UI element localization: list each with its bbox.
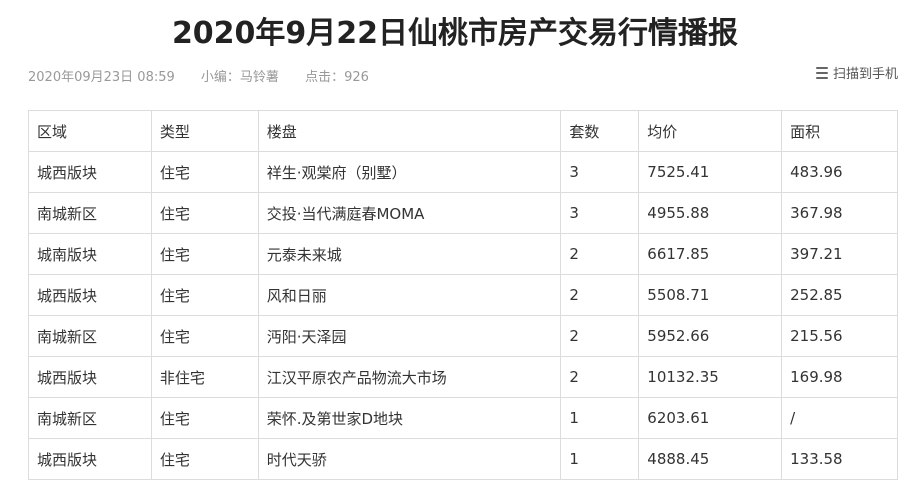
cell-type: 住宅	[150, 151, 259, 193]
table-row: 城西版块 住宅 祥生·观棠府（别墅） 3 7525.41 483.96	[28, 151, 898, 193]
publish-date: 2020年09月23日 08:59	[28, 70, 175, 85]
cell-avg-price: 10132.35	[638, 356, 783, 398]
table-row: 南城新区 住宅 沔阳·天泽园 2 5952.66 215.56	[28, 315, 898, 357]
scan-label: 扫描到手机	[832, 67, 898, 82]
cell-district: 城西版块	[28, 356, 152, 398]
cell-type: 非住宅	[150, 356, 259, 398]
cell-area: 215.56	[781, 315, 898, 357]
cell-area: 397.21	[781, 233, 898, 275]
cell-project: 荣怀.及第世家D地块	[257, 397, 562, 439]
header-units: 套数	[560, 110, 640, 152]
table-row: 城西版块 住宅 时代天骄 1 4888.45 133.58	[28, 438, 898, 480]
table-row: 南城新区 住宅 交投·当代满庭春MOMA 3 4955.88 367.98	[28, 192, 898, 234]
cell-area: /	[781, 397, 898, 439]
cell-type: 住宅	[150, 274, 259, 316]
cell-project: 江汉平原农产品物流大市场	[257, 356, 562, 398]
cell-project: 交投·当代满庭春MOMA	[257, 192, 562, 234]
header-area: 面积	[781, 110, 898, 152]
cell-avg-price: 4888.45	[638, 438, 783, 480]
cell-avg-price: 5508.71	[638, 274, 783, 316]
cell-project: 祥生·观棠府（别墅）	[257, 151, 562, 193]
header-project: 楼盘	[257, 110, 562, 152]
editor-name: 小编：马铃薯	[200, 70, 279, 85]
cell-units: 2	[560, 315, 640, 357]
scan-to-phone-button[interactable]: 扫描到手机	[815, 63, 898, 82]
cell-units: 1	[560, 438, 640, 480]
cell-district: 南城新区	[28, 315, 152, 357]
cell-avg-price: 5952.66	[638, 315, 783, 357]
cell-units: 2	[560, 274, 640, 316]
cell-district: 城西版块	[28, 274, 152, 316]
cell-units: 3	[560, 192, 640, 234]
page-title: 2020年9月22日仙桃市房产交易行情播报	[171, 16, 739, 51]
header-type: 类型	[150, 110, 259, 152]
table-header-row: 区域 类型 楼盘 套数 均价 面积	[28, 110, 898, 152]
transaction-table: 区域 类型 楼盘 套数 均价 面积 城西版块 住宅 祥生·观棠府（别墅） 3 7525.…	[28, 110, 898, 480]
cell-units: 1	[560, 397, 640, 439]
cell-project: 风和日丽	[257, 274, 562, 316]
table-row: 城南版块 住宅 元泰未来城 2 6617.85 397.21	[28, 233, 898, 275]
cell-project: 时代天骄	[257, 438, 562, 480]
cell-avg-price: 7525.41	[638, 151, 783, 193]
cell-district: 南城新区	[28, 397, 152, 439]
table-row: 南城新区 住宅 荣怀.及第世家D地块 1 6203.61/	[28, 397, 898, 439]
cell-area: 252.85	[781, 274, 898, 316]
cell-area: 367.98	[781, 192, 898, 234]
cell-area: 133.58	[781, 438, 898, 480]
cell-area: 169.98	[781, 356, 898, 398]
cell-area: 483.96	[781, 151, 898, 193]
table-row: 城西版块 非住宅 江汉平原农产品物流大市场 2 10132.35 169.98	[28, 356, 898, 398]
header-district: 区域	[28, 110, 152, 152]
cell-type: 住宅	[150, 397, 259, 439]
cell-type: 住宅	[150, 315, 259, 357]
table-row: 城西版块 住宅 风和日丽 2 5508.71 252.85	[28, 274, 898, 316]
cell-units: 2	[560, 233, 640, 275]
cell-avg-price: 6617.85	[638, 233, 783, 275]
cell-project: 元泰未来城	[257, 233, 562, 275]
cell-type: 住宅	[150, 192, 259, 234]
cell-district: 城西版块	[28, 438, 152, 480]
qr-scan-icon	[815, 66, 829, 80]
cell-units: 3	[560, 151, 640, 193]
cell-avg-price: 4955.88	[638, 192, 783, 234]
click-count: 点击：926	[305, 70, 369, 85]
cell-district: 城西版块	[28, 151, 152, 193]
article-meta: 2020年09月23日 08:59 小编：马铃薯 点击：926	[28, 66, 391, 85]
cell-type: 住宅	[150, 438, 259, 480]
cell-type: 住宅	[150, 233, 259, 275]
header-avg-price: 均价	[638, 110, 783, 152]
cell-units: 2	[560, 356, 640, 398]
cell-district: 城南版块	[28, 233, 152, 275]
cell-district: 南城新区	[28, 192, 152, 234]
cell-avg-price: 6203.61	[638, 397, 783, 439]
cell-project: 沔阳·天泽园	[257, 315, 562, 357]
